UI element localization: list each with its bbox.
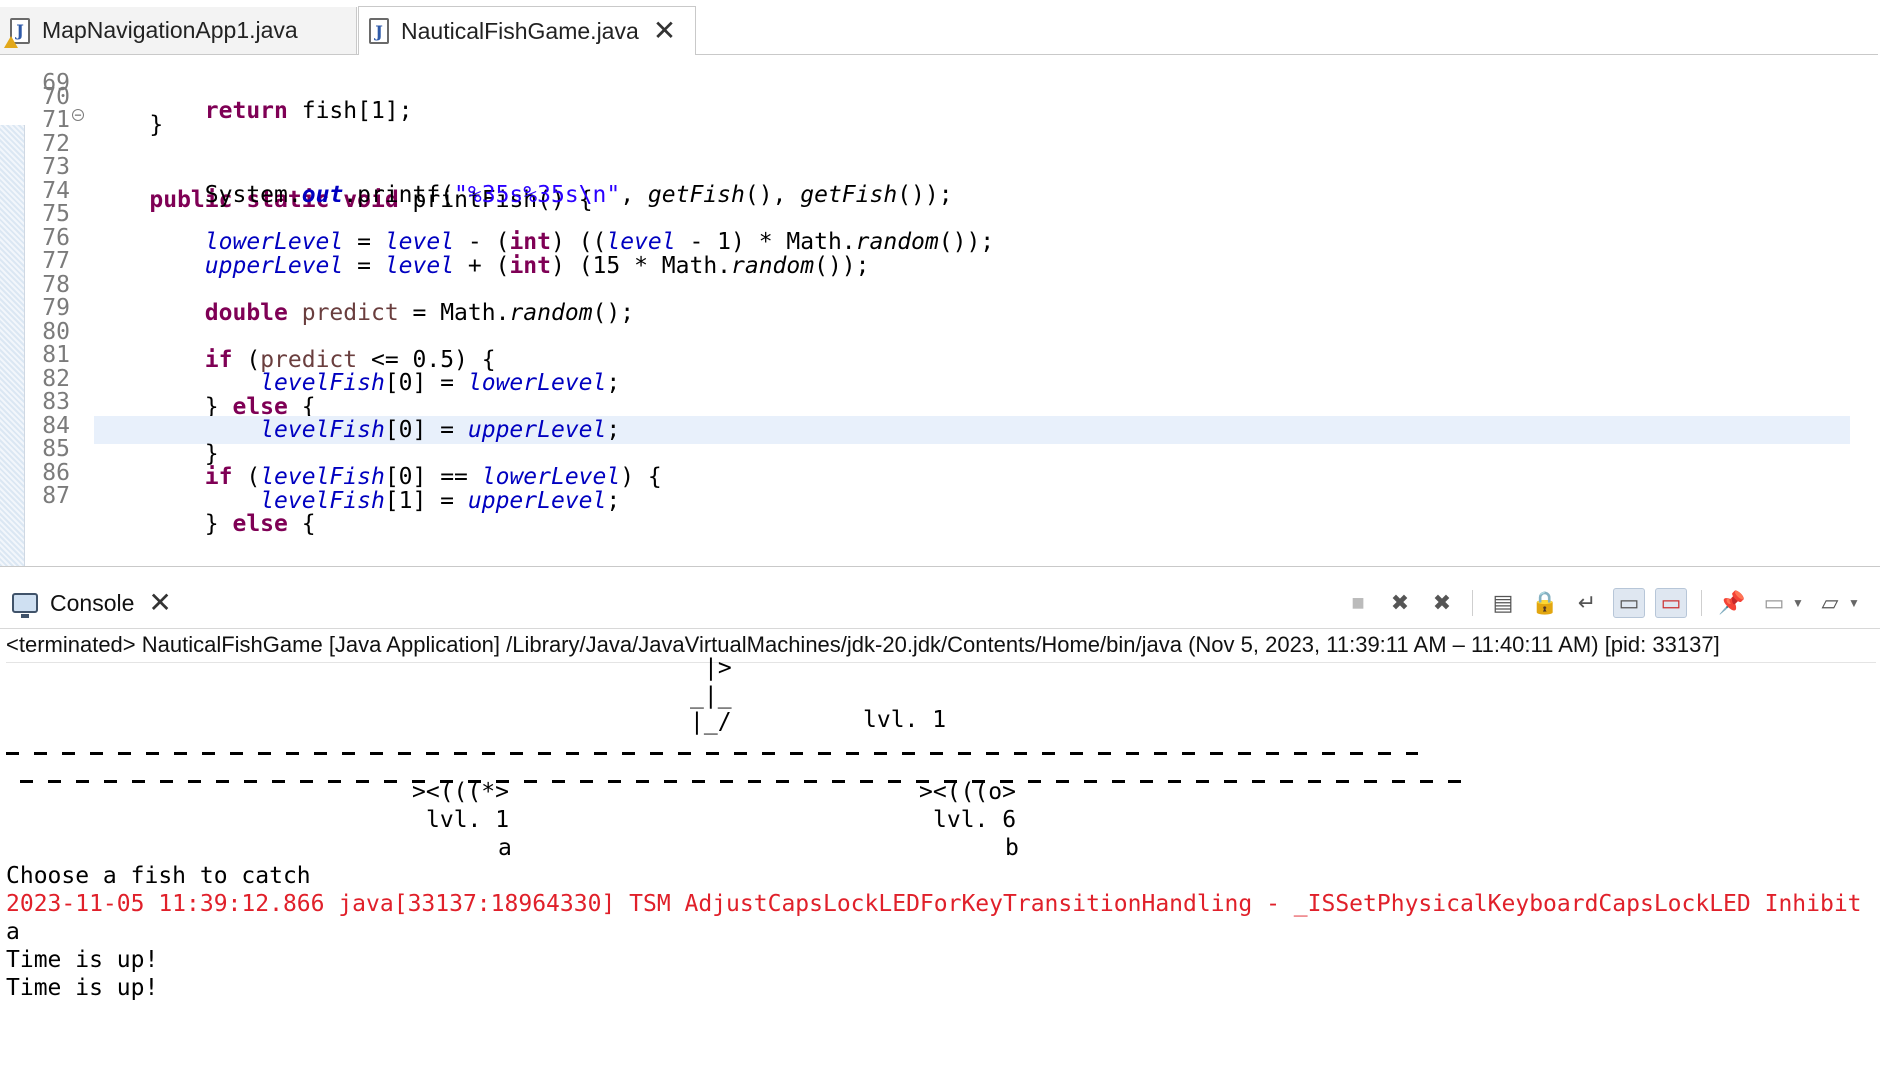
console-toolbar: ■ ✖ ✖ ▤ 🔒 ↵ ▭ ▭ 📌 ▭ ▼ ▱ ▼: [1342, 588, 1860, 618]
fish-art: ><(((*>: [412, 779, 509, 805]
prompt-line: Choose a fish to catch: [6, 863, 311, 889]
close-icon[interactable]: ✕: [148, 589, 171, 617]
terminate-icon[interactable]: ■: [1342, 588, 1374, 618]
boat-hull: |_/: [690, 709, 732, 735]
water-surface-line: [20, 780, 1466, 783]
boat-flag: |>: [704, 655, 732, 681]
tab-label: MapNavigationApp1.java: [42, 17, 298, 43]
water-surface-line: [6, 752, 1418, 755]
console-header: Console ✕ ■ ✖ ✖ ▤ 🔒 ↵ ▭ ▭ 📌 ▭ ▼ ▱ ▼: [0, 576, 1880, 629]
scroll-lock-icon[interactable]: 🔒: [1529, 588, 1561, 618]
display-selected-console-icon[interactable]: ▭: [1758, 588, 1790, 618]
boat-mast: _|_: [690, 683, 732, 709]
fish-key: a: [498, 835, 512, 861]
message-line: Time is up!: [6, 975, 159, 1001]
console-view: Console ✕ ■ ✖ ✖ ▤ 🔒 ↵ ▭ ▭ 📌 ▭ ▼ ▱ ▼ <ter…: [0, 576, 1880, 1084]
code-line: 87 } else {: [42, 483, 316, 537]
remove-all-terminated-icon[interactable]: ✖: [1426, 588, 1458, 618]
code-editor: J MapNavigationApp1.java J NauticalFishG…: [0, 0, 1880, 567]
open-console-icon[interactable]: ▱: [1814, 588, 1846, 618]
console-tab-label: Console: [50, 589, 135, 616]
console-output[interactable]: |> _|_ |_/ lvl. 1 ><(((*> lvl. 1 a ><(((…: [6, 655, 1878, 1084]
stderr-line: 2023-11-05 11:39:12.866 java[33137:18964…: [6, 891, 1862, 917]
fold-toggle-icon[interactable]: −: [72, 109, 84, 121]
process-info: <terminated> NauticalFishGame [Java Appl…: [6, 628, 1876, 663]
java-file-icon: J: [4, 17, 30, 48]
word-wrap-icon[interactable]: ↵: [1571, 588, 1603, 618]
boat-level: lvl. 1: [863, 707, 947, 733]
console-icon: [12, 593, 38, 618]
fish-art: ><(((o>: [919, 779, 1016, 805]
input-echo: a: [6, 919, 20, 945]
fish-level: lvl. 6: [933, 807, 1017, 833]
pin-console-icon[interactable]: 📌: [1716, 588, 1748, 618]
chevron-down-icon[interactable]: ▼: [1848, 596, 1860, 610]
show-on-stderr-icon[interactable]: ▭: [1655, 588, 1687, 618]
chevron-down-icon[interactable]: ▼: [1792, 596, 1804, 610]
tab-console[interactable]: Console ✕: [12, 586, 172, 620]
clear-console-icon[interactable]: ▤: [1487, 588, 1519, 618]
remove-launch-icon[interactable]: ✖: [1384, 588, 1416, 618]
fish-level: lvl. 1: [426, 807, 510, 833]
fish-key: b: [1005, 835, 1019, 861]
code-area[interactable]: 69 return fish[1]; 70 } 71 72 − public s…: [0, 55, 1880, 566]
show-on-stdout-icon[interactable]: ▭: [1613, 588, 1645, 618]
message-line: Time is up!: [6, 947, 159, 973]
